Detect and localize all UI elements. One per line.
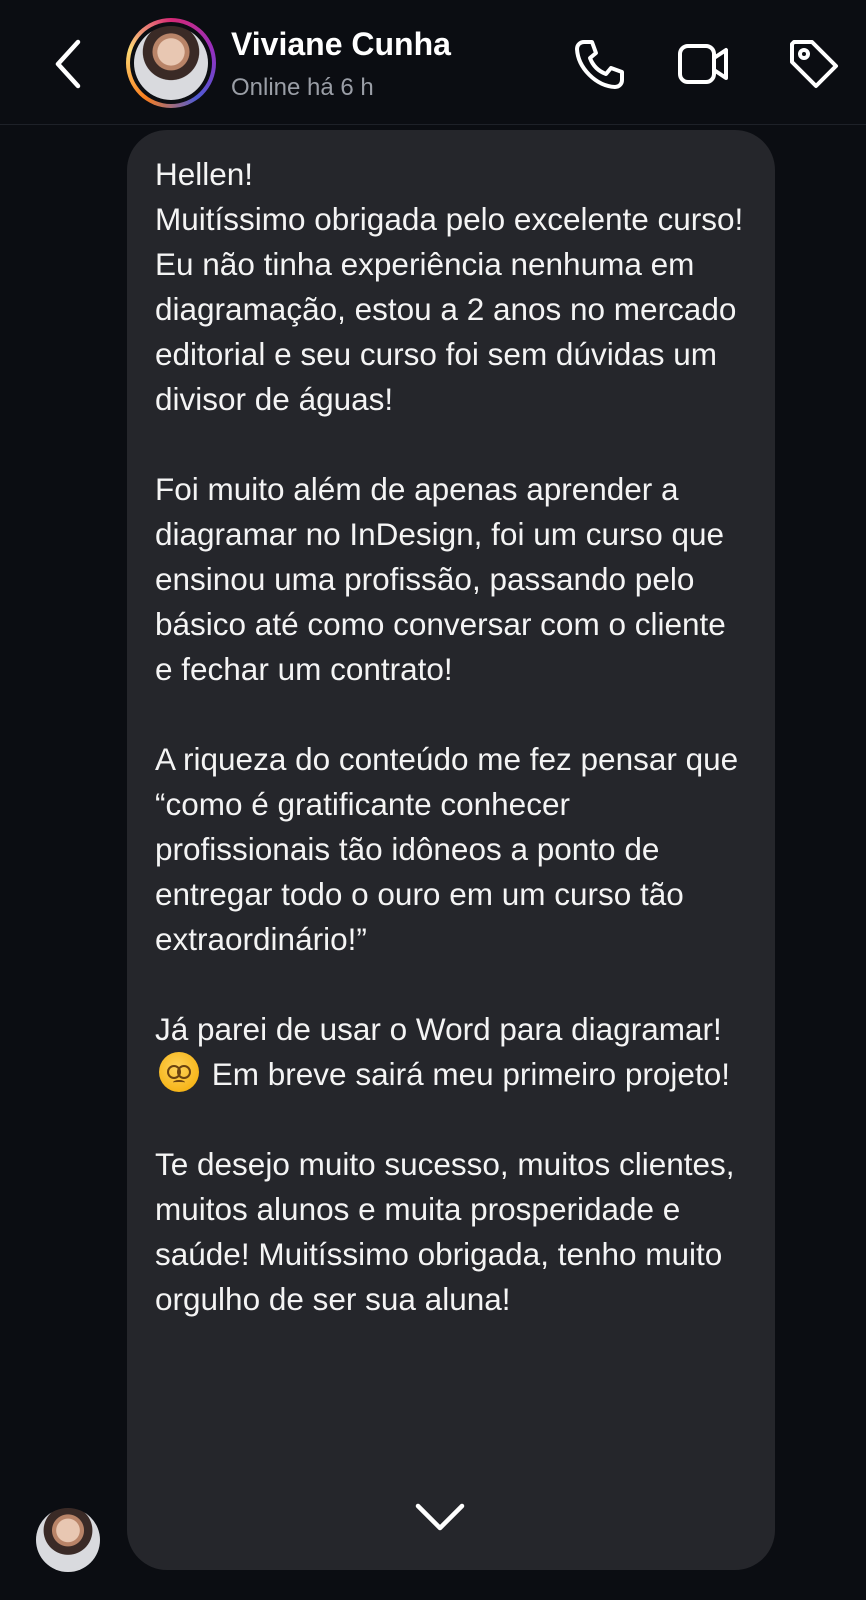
- back-button[interactable]: [50, 38, 90, 90]
- dizzy-face-emoji: [159, 1052, 199, 1092]
- contact-name[interactable]: Viviane Cunha: [231, 26, 451, 63]
- message-text: Em breve sairá meu primeiro projeto!: [211, 1056, 730, 1092]
- call-button[interactable]: [570, 36, 626, 92]
- sender-avatar[interactable]: [36, 1508, 100, 1572]
- message-paragraph-1: Hellen! Muitíssimo obrigada pelo excelen…: [155, 156, 744, 417]
- contact-status: Online há 6 h: [231, 74, 374, 101]
- chevron-down-icon: [415, 1503, 465, 1531]
- message-text: Já parei de usar o Word para diagramar!: [155, 1011, 722, 1047]
- avatar-photo: [134, 26, 208, 100]
- video-call-button[interactable]: [676, 36, 732, 92]
- message-paragraph-5: Te desejo muito sucesso, muitos clientes…: [155, 1146, 735, 1317]
- scroll-to-bottom-button[interactable]: [410, 1496, 470, 1536]
- video-camera-icon: [678, 44, 728, 84]
- chat-header: Viviane Cunha Online há 6 h: [0, 0, 866, 125]
- contact-avatar[interactable]: [126, 18, 216, 108]
- message-paragraph-3: A riqueza do conteúdo me fez pensar que …: [155, 741, 739, 957]
- tag-button[interactable]: [786, 36, 842, 92]
- chat-screen: Viviane Cunha Online há 6 h Hellen! Muit…: [0, 0, 866, 1600]
- phone-icon: [575, 40, 624, 89]
- message-paragraph-4: Já parei de usar o Word para diagramar! …: [155, 1007, 747, 1097]
- message-paragraph-2: Foi muito além de apenas aprender a diag…: [155, 471, 726, 687]
- message-bubble[interactable]: Hellen! Muitíssimo obrigada pelo excelen…: [127, 130, 775, 1570]
- chevron-left-icon: [55, 39, 81, 89]
- tag-icon: [790, 40, 838, 88]
